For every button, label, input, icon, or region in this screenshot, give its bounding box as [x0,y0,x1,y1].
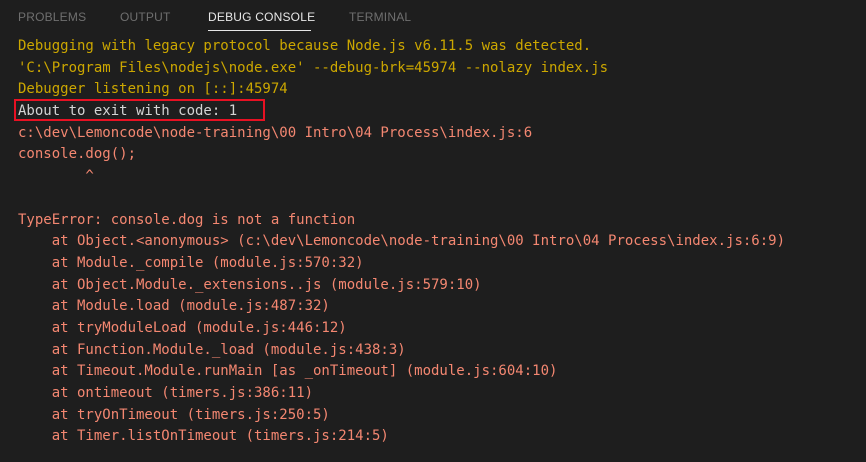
stack-trace-line: at ontimeout (timers.js:386:11) [18,385,314,401]
debug-console-output[interactable]: Debugging with legacy protocol because N… [18,36,864,448]
active-tab-indicator [208,30,311,31]
tab-terminal[interactable]: TERMINAL [349,10,411,24]
console-line-exit-code: About to exit with code: 1 [18,103,238,120]
console-line: Debugger listening on [::]:45974 [18,81,288,98]
stack-trace-line: at tryOnTimeout (timers.js:250:5) [18,406,330,423]
stack-trace-line: at Object.<anonymous> (c:\dev\Lemoncode\… [18,233,786,250]
stack-trace-line: at Function.Module._load (module.js:438:… [18,341,406,358]
tab-problems[interactable]: PROBLEMS [18,10,86,24]
console-line: 'C:\Program Files\nodejs\node.exe' --deb… [18,59,609,76]
stack-trace-line: at Module._compile (module.js:570:32) [18,254,364,271]
tab-debug-console[interactable]: DEBUG CONSOLE [208,10,315,24]
stack-trace-line: at Timeout.Module.runMain [as _onTimeout… [18,363,558,380]
stack-trace-line: at Module.load (module.js:487:32) [18,298,330,315]
panel-tab-bar: PROBLEMS OUTPUT DEBUG CONSOLE TERMINAL [0,0,866,34]
stack-trace-line: at tryModuleLoad (module.js:446:12) [18,319,347,336]
stack-trace-line: at Object.Module._extensions..js (module… [18,276,482,293]
console-line-error-message: TypeError: console.dog is not a function [18,211,356,228]
console-line: c:\dev\Lemoncode\node-training\00 Intro\… [18,124,533,141]
console-line: Debugging with legacy protocol because N… [18,38,592,54]
console-line: console.dog(); [18,146,137,163]
stack-trace-line: at Timer.listOnTimeout (timers.js:214:5) [18,428,389,445]
console-line-caret: ^ [18,168,94,185]
tab-output[interactable]: OUTPUT [120,10,171,24]
